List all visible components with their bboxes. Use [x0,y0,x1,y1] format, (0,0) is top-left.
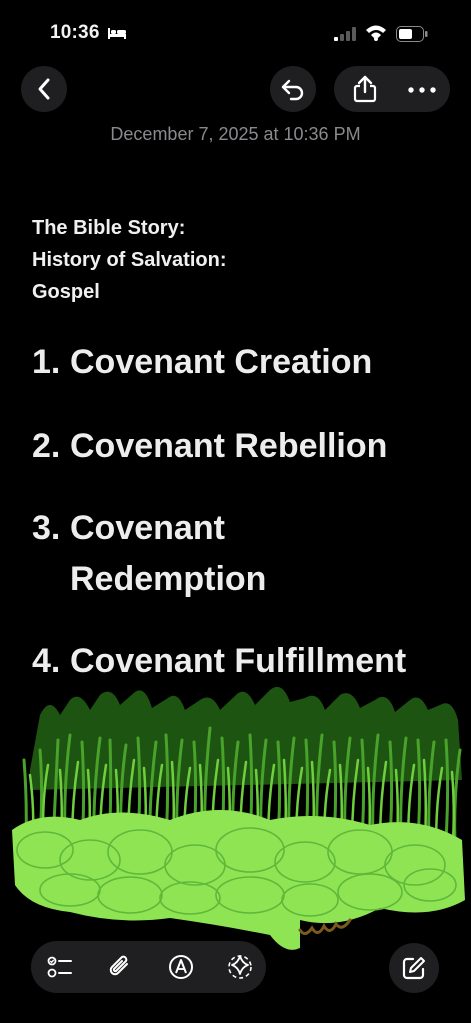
note-intro[interactable]: The Bible Story: History of Salvation: G… [32,212,226,308]
compose-icon [402,957,425,980]
actions-pill [334,66,450,112]
undo-icon [281,79,304,101]
back-button[interactable] [21,66,67,112]
paperclip-icon[interactable] [108,954,134,980]
list-item: 3. Covenant Redemption [32,503,292,605]
list-number: 1. [32,343,61,381]
note-date: December 7, 2025 at 10:36 PM [110,124,361,144]
ellipsis-icon[interactable] [408,87,436,93]
list-item: 1. Covenant Creation [32,337,372,388]
list-text: Covenant Rebellion [70,427,388,465]
intro-line: The Bible Story: [32,217,186,239]
list-text: Covenant Creation [70,343,373,381]
bottom-toolbar [31,941,266,993]
undo-button[interactable] [270,66,316,112]
compose-button[interactable] [389,943,439,993]
sparkle-icon[interactable] [227,954,253,980]
sleep-mode-icon [108,28,126,39]
share-icon[interactable] [352,75,378,103]
status-time: 10:36 [50,22,100,43]
list-text: Covenant Redemption [70,509,267,598]
checklist-icon[interactable] [47,954,73,980]
grass-drawing[interactable] [0,680,471,960]
pen-circle-icon[interactable] [168,954,194,980]
list-number: 2. [32,427,61,465]
cellular-signal-icon [334,27,356,41]
wifi-icon [366,25,386,41]
list-item: 2. Covenant Rebellion [32,421,387,472]
list-number: 3. [32,509,61,547]
grass-scribble [12,810,465,950]
status-bar: 10:36 [0,0,471,60]
chevron-left-icon [38,78,50,100]
intro-line: History of Salvation: [32,249,227,271]
battery-icon [396,26,428,42]
intro-line: Gospel [32,281,100,303]
